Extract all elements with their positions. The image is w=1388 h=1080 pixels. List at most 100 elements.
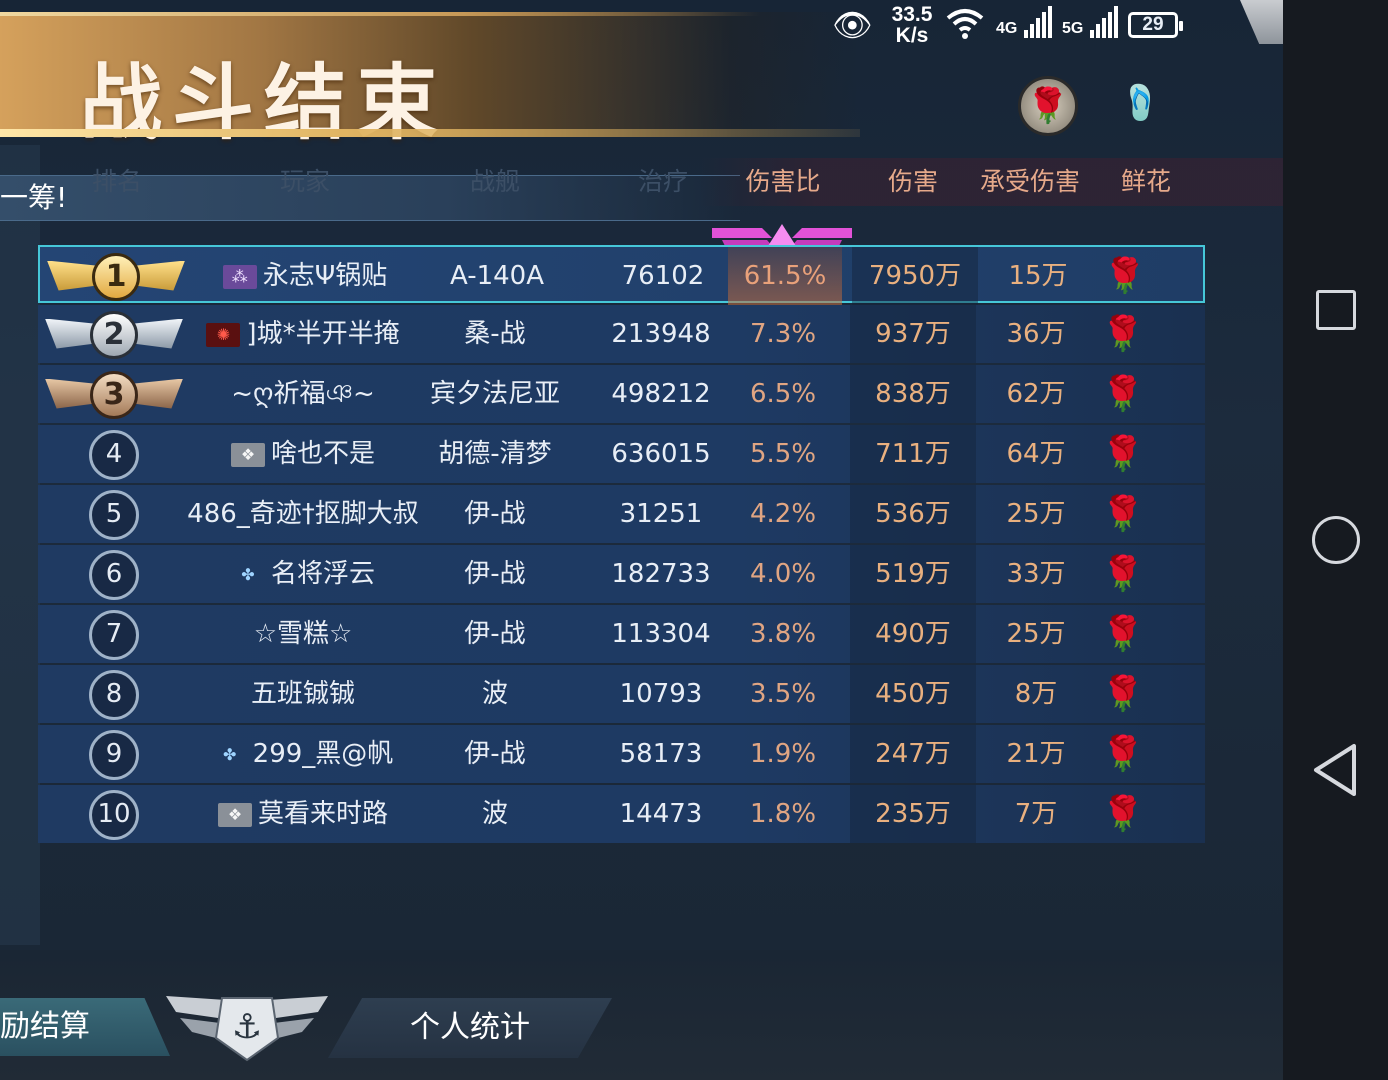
header-player: 玩家 [279, 167, 330, 196]
taken-cell: 33万 [1006, 559, 1066, 589]
rank-cell: 4 [38, 425, 190, 483]
back-button[interactable] [1310, 742, 1362, 796]
rose-icon[interactable]: 🌹 [1102, 725, 1144, 783]
net1-label: 4G [996, 20, 1018, 37]
ratio-cell: 3.8% [749, 619, 817, 649]
flower-cell[interactable]: 🌹 [1096, 725, 1150, 783]
rose-icon[interactable]: 🌹 [1102, 485, 1144, 543]
left-panel-edge [0, 145, 40, 945]
player-cell[interactable]: ✤ 299_黑@帆 [180, 725, 426, 783]
header-flower: 鲜花 [1120, 167, 1171, 196]
tab-reward-settlement[interactable]: 励结算 [0, 998, 170, 1056]
player-cell[interactable]: ⁂ 永志Ψ锅贴 [182, 247, 428, 305]
rank-badge: 5 [89, 489, 139, 540]
rank-badge: 9 [89, 729, 139, 780]
rose-icon[interactable]: 🌹 [1102, 605, 1144, 663]
table-row[interactable]: 1 ⁂ 永志Ψ锅贴 A-140A 76102 61.5% 7950万 15万 🌹 [38, 245, 1205, 305]
table-row[interactable]: 9 ✤ 299_黑@帆 伊-战 58173 1.9% 247万 21万 🌹 [38, 725, 1205, 783]
flower-cell[interactable]: 🌹 [1096, 545, 1150, 603]
signal-bars-icon [1089, 6, 1120, 38]
guild-icon: ❖ [217, 802, 252, 827]
table-row[interactable]: 5 486_奇迹†抠脚大叔 伊-战 31251 4.2% 536万 25万 🌹 [38, 485, 1205, 543]
taken-cell: 7万 [1014, 799, 1058, 829]
heal-cell: 113304 [611, 619, 711, 649]
rose-icon[interactable]: 🌹 [1102, 665, 1144, 723]
rank-badge: 4 [89, 429, 139, 480]
taken-cell: 62万 [1006, 379, 1066, 409]
rank-badge: 7 [89, 609, 139, 660]
flower-cell[interactable]: 🌹 [1096, 605, 1150, 663]
player-cell[interactable]: ✺]城*半开半掩 [180, 305, 426, 363]
damage-cell: 937万 [850, 305, 976, 363]
wifi-icon [946, 6, 984, 56]
rose-icon[interactable]: 🌹 [1102, 545, 1144, 603]
player-cell[interactable]: ❖ 莫看来时路 [180, 785, 426, 843]
ship-cell: 伊-战 [464, 739, 526, 769]
header-rank: 排名 [91, 167, 142, 196]
guild-icon: ✺ [206, 322, 241, 347]
ship-cell: 宾夕法尼亚 [429, 379, 560, 409]
page-title: 战斗结束 [80, 56, 449, 151]
home-button[interactable] [1310, 514, 1362, 566]
rose-icon[interactable]: 🌹 [1102, 785, 1144, 843]
header-ship: 战舰 [469, 167, 520, 196]
heal-cell: 58173 [619, 739, 703, 769]
player-name: ~ღ祈福ঞ~ [231, 379, 375, 409]
player-cell[interactable]: 486_奇迹†抠脚大叔 [180, 485, 426, 543]
table-row[interactable]: 10 ❖ 莫看来时路 波 14473 1.8% 235万 7万 🌹 [38, 785, 1205, 843]
taken-cell: 64万 [1006, 439, 1066, 469]
flower-cell[interactable]: 🌹 [1098, 247, 1152, 305]
table-row[interactable]: 8 五班铖铖 波 10793 3.5% 450万 8万 🌹 [38, 665, 1205, 723]
net2-label: 5G [1062, 20, 1084, 37]
signal-5g: 5G [1062, 6, 1120, 56]
header-ratio: 伤害比 [745, 167, 821, 196]
battery-indicator: 29 [1128, 12, 1183, 38]
flower-cell[interactable]: 🌹 [1096, 485, 1150, 543]
ship-cell: 伊-战 [464, 499, 526, 529]
ratio-cell: 4.2% [749, 499, 817, 529]
damage-cell: 536万 [850, 485, 976, 543]
flower-cell[interactable]: 🌹 [1096, 785, 1150, 843]
flower-cell[interactable]: 🌹 [1096, 425, 1150, 483]
title-banner: 战斗结束 [0, 12, 860, 151]
player-name: 五班铖铖 [250, 679, 355, 709]
close-button-bg[interactable] [1240, 0, 1283, 44]
tab-personal-stats[interactable]: 个人统计 [328, 998, 612, 1058]
heal-cell: 182733 [611, 559, 711, 589]
gold-rank-badge-icon: 1 [43, 251, 189, 303]
rose-icon[interactable]: 🌹 [1102, 305, 1144, 363]
slippers-icon[interactable]: 🩴 [1114, 76, 1168, 130]
circle-icon [1312, 516, 1360, 564]
player-cell[interactable]: ✤ 名将浮云 [180, 545, 426, 603]
player-cell[interactable]: ☆雪糕☆ [180, 605, 426, 663]
ratio-cell: 6.5% [749, 379, 817, 409]
damage-cell: 235万 [850, 785, 976, 843]
recent-apps-button[interactable] [1310, 284, 1362, 336]
eye-icon: 👁 [832, 7, 873, 43]
flower-cell[interactable]: 🌹 [1096, 305, 1150, 363]
player-cell[interactable]: 五班铖铖 [180, 665, 426, 723]
table-row[interactable]: 2 ✺]城*半开半掩 桑-战 213948 7.3% 937万 36万 🌹 [38, 305, 1205, 363]
table-row[interactable]: 4 ❖ 啥也不是 胡德-清梦 636015 5.5% 711万 64万 🌹 [38, 425, 1205, 483]
rose-icon[interactable]: 🌹 [1104, 247, 1146, 305]
rose-icon[interactable]: 🌹 [1018, 76, 1078, 136]
silver-rank-badge-icon: 2 [41, 309, 187, 361]
ratio-cell: 3.5% [749, 679, 817, 709]
player-cell[interactable]: ❖ 啥也不是 [180, 425, 426, 483]
ship-cell: 波 [481, 799, 508, 829]
player-cell[interactable]: ~ღ祈福ঞ~ [180, 365, 426, 423]
rose-icon[interactable]: 🌹 [1102, 365, 1144, 423]
table-row[interactable]: 7 ☆雪糕☆ 伊-战 113304 3.8% 490万 25万 🌹 [38, 605, 1205, 663]
speed-unit: K/s [895, 24, 929, 47]
anchor-emblem-icon[interactable]: ⚓ [166, 992, 328, 1062]
table-row[interactable]: 3 ~ღ祈福ঞ~ 宾夕法尼亚 498212 6.5% 838万 62万 🌹 [38, 365, 1205, 423]
rose-icon[interactable]: 🌹 [1102, 425, 1144, 483]
flower-cell[interactable]: 🌹 [1096, 365, 1150, 423]
flower-cell[interactable]: 🌹 [1096, 665, 1150, 723]
damage-cell: 838万 [850, 365, 976, 423]
rank-cell: 1 [40, 247, 192, 305]
table-row[interactable]: 6 ✤ 名将浮云 伊-战 182733 4.0% 519万 33万 🌹 [38, 545, 1205, 603]
player-name: ☆雪糕☆ [253, 619, 353, 649]
header-heal: 治疗 [637, 167, 688, 196]
player-name: ]城*半开半掩 [246, 319, 400, 349]
